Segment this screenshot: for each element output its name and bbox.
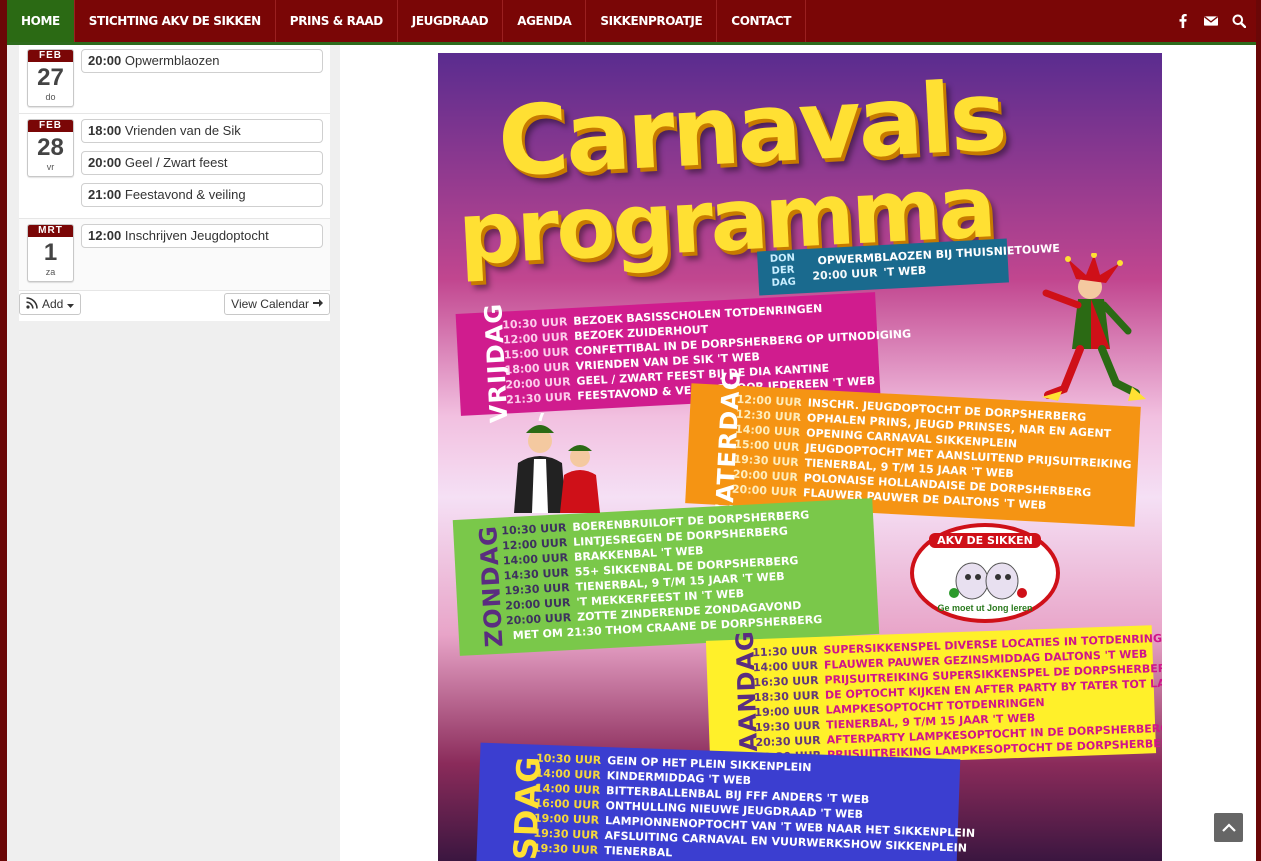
arrow-right-icon	[313, 297, 323, 311]
calendar-event[interactable]: 21:00 Feestavond & veiling	[81, 183, 323, 207]
page-frame-left	[0, 0, 7, 861]
event-time: 21:00	[88, 187, 122, 202]
jester-illustration-icon	[1042, 253, 1146, 401]
rss-icon	[26, 296, 38, 312]
event-title: Inschrijven Jeugdoptocht	[124, 228, 269, 243]
calendar-day: FEB 27 do 20:00 Opwermblaozen	[19, 45, 330, 114]
nav-item-stichting[interactable]: STICHTING AKV DE SIKKEN	[75, 0, 276, 42]
nav-icons	[1176, 0, 1256, 42]
date-month: MRT	[28, 225, 73, 237]
logo-text: AKV DE SIKKEN	[929, 533, 1041, 548]
banner-sunday: ZONDAG 10:30 UUR BOERENBRUILOFT DE DORPSH…	[452, 498, 880, 656]
page-frame-right	[1256, 0, 1261, 861]
view-calendar-button[interactable]: View Calendar	[224, 293, 330, 315]
calendar-day: FEB 28 vr 18:00 Vrienden van de Sik 20:0…	[19, 114, 330, 219]
event-time: 20:00	[88, 53, 122, 68]
date-badge: MRT 1 za	[27, 224, 74, 282]
event-title: Vrienden van de Sik	[124, 123, 241, 138]
nav-item-agenda[interactable]: AGENDA	[503, 0, 587, 42]
event-title: Opwermblaozen	[124, 53, 220, 68]
chevron-up-icon	[1221, 819, 1236, 837]
nav-item-jeugdraad[interactable]: JEUGDRAAD	[398, 0, 504, 42]
date-weekday: do	[45, 92, 56, 102]
add-calendar-button[interactable]: Add	[19, 293, 82, 315]
event-title: Feestavond & veiling	[124, 187, 246, 202]
calendar-event[interactable]: 12:00 Inschrijven Jeugdoptocht	[81, 224, 323, 248]
date-day: 28	[37, 134, 64, 161]
calendar-widget: FEB 27 do 20:00 Opwermblaozen FEB 28 vr …	[19, 45, 330, 321]
date-weekday: vr	[46, 162, 55, 172]
date-weekday: za	[45, 267, 56, 277]
banner-monday: MAANDAG 11:30 UUR SUPERSIKKENSPEL DIVERSE…	[705, 625, 1162, 777]
akv-de-sikken-logo: AKV DE SIKKEN Ge moet ut Jong leren	[910, 523, 1060, 623]
envelope-icon[interactable]	[1204, 14, 1218, 28]
event-time: 18:00	[88, 123, 122, 138]
banner-tuesday: ISDAG 10:30 UUR GEIN OP HET PLEIN SIKKENP…	[475, 742, 975, 861]
nav-item-sikkenproatje[interactable]: SIKKENPROATJE	[586, 0, 718, 42]
calendar-day: MRT 1 za 12:00 Inschrijven Jeugdoptocht	[19, 219, 330, 291]
event-time: 20:00	[88, 155, 122, 170]
scroll-to-top-button[interactable]	[1214, 813, 1243, 842]
caret-down-icon	[67, 297, 75, 311]
banner-day-label: DON DER DAG	[769, 252, 797, 289]
logo-slogan: Ge moet ut Jong leren	[937, 603, 1033, 613]
date-badge: FEB 28 vr	[27, 119, 74, 177]
calendar-footer: Add View Calendar	[19, 291, 330, 321]
date-badge: FEB 27 do	[27, 49, 74, 107]
add-label: Add	[42, 297, 64, 311]
calendar-event[interactable]: 18:00 Vrienden van de Sik	[81, 119, 323, 143]
nav-item-contact[interactable]: CONTACT	[717, 0, 807, 42]
facebook-icon[interactable]	[1176, 14, 1190, 28]
top-navigation: HOME STICHTING AKV DE SIKKEN PRINS & RAA…	[7, 0, 1256, 42]
calendar-event[interactable]: 20:00 Geel / Zwart feest	[81, 151, 323, 175]
date-month: FEB	[28, 120, 73, 132]
date-day: 27	[37, 64, 64, 91]
event-time: 12:00	[88, 228, 122, 243]
nav-item-prins-raad[interactable]: PRINS & RAAD	[276, 0, 398, 42]
nav-item-home[interactable]: HOME	[7, 0, 75, 42]
date-day: 1	[43, 239, 58, 266]
search-icon[interactable]	[1232, 14, 1246, 28]
view-calendar-label: View Calendar	[231, 297, 309, 311]
event-title: Geel / Zwart feest	[124, 155, 228, 170]
goat-mascot-icon	[949, 562, 1027, 600]
carnival-program-poster: Carnavals programma DON DER DAG OPWERMBL…	[438, 53, 1162, 861]
prince-couple-illustration-icon	[514, 413, 600, 513]
calendar-event[interactable]: 20:00 Opwermblaozen	[81, 49, 323, 73]
date-month: FEB	[28, 50, 73, 62]
